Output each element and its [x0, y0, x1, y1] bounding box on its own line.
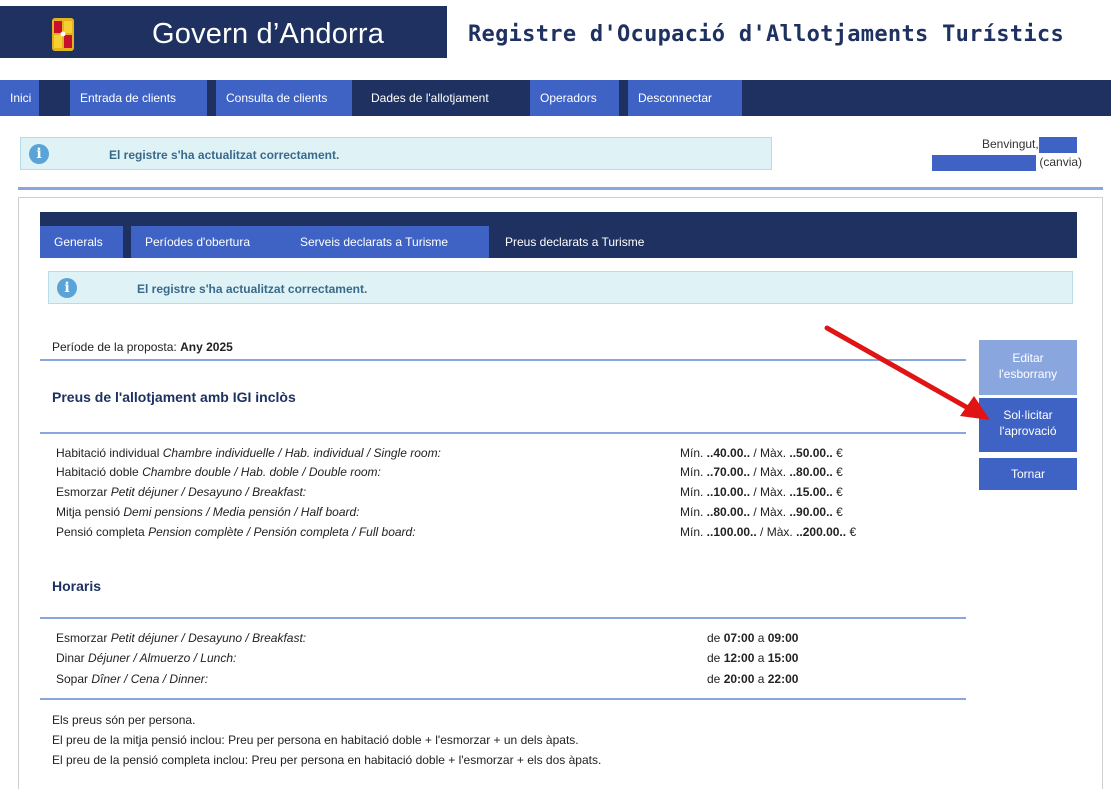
- welcome-label: Benvingut,: [982, 137, 1039, 151]
- site-header: Govern d’Andorra Registre d'Ocupació d'A…: [0, 0, 1111, 73]
- subtab-periodes-obertura[interactable]: Períodes d'obertura: [131, 226, 286, 258]
- price-label-ca: Habitació individual: [56, 446, 160, 460]
- divider: [40, 698, 966, 700]
- price-min: ..10.00..: [706, 485, 751, 499]
- hour-row-label: Esmorzar Petit déjuner / Desayuno / Brea…: [56, 631, 306, 645]
- back-button[interactable]: Tornar: [979, 458, 1077, 490]
- main-navigation: Inici Entrada de clients Consulta de cli…: [0, 80, 1111, 116]
- period-label: Període de la proposta:: [52, 340, 177, 354]
- price-min: ..100.00..: [706, 525, 757, 539]
- success-message-top: i El registre s'ha actualitzat correctam…: [20, 137, 772, 170]
- hour-label-ca: Sopar: [56, 672, 89, 686]
- hour-label-translations: Dîner / Cena / Dinner:: [91, 672, 209, 686]
- hour-to: 15:00: [767, 651, 799, 665]
- nav-tab-inici[interactable]: Inici: [0, 80, 40, 116]
- note-full-board: El preu de la pensió completa inclou: Pr…: [52, 753, 602, 767]
- info-icon: i: [57, 278, 77, 298]
- hour-from: 20:00: [723, 672, 755, 686]
- price-max: ..15.00..: [789, 485, 833, 499]
- request-approval-label-line1: Sol·licitar: [1003, 408, 1053, 422]
- price-row-value: Mín. ..40.00.. / Màx. ..50.00.. €: [680, 446, 843, 460]
- price-max: ..50.00..: [789, 446, 833, 460]
- price-row-label: Habitació doble Chambre double / Hab. do…: [56, 465, 381, 479]
- price-row-value: Mín. ..10.00.. / Màx. ..15.00.. €: [680, 485, 843, 499]
- price-row-label: Pensió completa Pension complète / Pensi…: [56, 525, 416, 539]
- price-label-ca: Esmorzar: [56, 485, 108, 499]
- success-message-text: El registre s'ha actualitzat correctamen…: [137, 282, 368, 296]
- info-icon: i: [29, 144, 49, 164]
- price-row-value: Mín. ..100.00.. / Màx. ..200.00.. €: [680, 525, 857, 539]
- hour-from: 12:00: [723, 651, 755, 665]
- price-row-label: Esmorzar Petit déjuner / Desayuno / Brea…: [56, 485, 306, 499]
- price-max: ..80.00..: [789, 465, 833, 479]
- price-label-translations: Petit déjuner / Desayuno / Breakfast:: [110, 485, 307, 499]
- divider: [40, 359, 966, 361]
- sub-navigation: Generals Períodes d'obertura Serveis dec…: [40, 212, 1077, 258]
- price-row-value: Mín. ..80.00.. / Màx. ..90.00.. €: [680, 505, 843, 519]
- hour-row-label: Sopar Dîner / Cena / Dinner:: [56, 672, 208, 686]
- divider: [40, 432, 966, 434]
- success-message-text: El registre s'ha actualitzat correctamen…: [109, 148, 340, 162]
- change-user-link[interactable]: (canvia): [1039, 155, 1082, 169]
- page-title: Registre d'Ocupació d'Allotjaments Turís…: [468, 22, 1064, 47]
- nav-tab-desconnectar[interactable]: Desconnectar: [628, 80, 743, 116]
- price-row-label: Mitja pensió Demi pensions / Media pensi…: [56, 505, 360, 519]
- welcome-line: Benvingut,: [982, 137, 1077, 153]
- price-label-translations: Demi pensions / Media pensión / Half boa…: [123, 505, 360, 519]
- hour-label-ca: Esmorzar: [56, 631, 108, 645]
- price-label-translations: Chambre double / Hab. doble / Double roo…: [142, 465, 381, 479]
- price-label-ca: Habitació doble: [56, 465, 139, 479]
- hours-section-title: Horaris: [52, 578, 102, 594]
- hour-label-ca: Dinar: [56, 651, 85, 665]
- nav-tab-consulta-clients[interactable]: Consulta de clients: [216, 80, 353, 116]
- andorra-coat-of-arms-icon: [52, 18, 74, 51]
- divider: [18, 187, 1103, 190]
- hour-label-translations: Petit déjuner / Desayuno / Breakfast:: [110, 631, 307, 645]
- edit-draft-label-line2: l'esborrany: [998, 367, 1058, 381]
- subtab-generals[interactable]: Generals: [40, 226, 123, 258]
- price-label-ca: Pensió completa: [56, 525, 145, 539]
- price-min: ..70.00..: [706, 465, 751, 479]
- divider: [40, 617, 966, 619]
- subtab-serveis-declarats[interactable]: Serveis declarats a Turisme: [286, 226, 489, 258]
- price-row-value: Mín. ..70.00.. / Màx. ..80.00.. €: [680, 465, 843, 479]
- hour-row-value: de 20:00 a 22:00: [707, 672, 799, 686]
- hour-to: 09:00: [767, 631, 799, 645]
- nav-tab-operadors[interactable]: Operadors: [530, 80, 620, 116]
- price-max: ..200.00..: [796, 525, 847, 539]
- price-label-translations: Pension complète / Pensión completa / Fu…: [148, 525, 416, 539]
- nav-tab-entrada-clients[interactable]: Entrada de clients: [70, 80, 208, 116]
- note-half-board: El preu de la mitja pensió inclou: Preu …: [52, 733, 579, 747]
- subtab-preus-declarats[interactable]: Preus declarats a Turisme: [491, 226, 681, 258]
- request-approval-button[interactable]: Sol·licitar l'aprovació: [979, 398, 1077, 452]
- price-min: ..80.00..: [706, 505, 751, 519]
- hour-row-value: de 12:00 a 15:00: [707, 651, 799, 665]
- hour-label-translations: Déjuner / Almuerzo / Lunch:: [88, 651, 237, 665]
- redacted-user-detail: [932, 155, 1036, 171]
- price-row-label: Habitació individual Chambre individuell…: [56, 446, 441, 460]
- prices-section-title: Preus de l'allotjament amb IGI inclòs: [52, 389, 296, 405]
- period-value: Any 2025: [180, 340, 233, 354]
- success-message-panel: i El registre s'ha actualitzat correctam…: [48, 271, 1073, 304]
- price-min: ..40.00..: [706, 446, 751, 460]
- change-user-line: (canvia): [932, 155, 1082, 171]
- edit-draft-label-line1: Editar: [1012, 351, 1044, 365]
- price-max: ..90.00..: [789, 505, 833, 519]
- proposal-period: Període de la proposta: Any 2025: [52, 340, 233, 354]
- redacted-username: [1038, 137, 1077, 153]
- government-name: Govern d’Andorra: [152, 18, 385, 50]
- request-approval-label-line2: l'aprovació: [999, 424, 1057, 438]
- hour-row-label: Dinar Déjuner / Almuerzo / Lunch:: [56, 651, 236, 665]
- note-per-person: Els preus són per persona.: [52, 713, 196, 727]
- edit-draft-button[interactable]: Editar l'esborrany: [979, 340, 1077, 395]
- hour-to: 22:00: [767, 672, 799, 686]
- government-banner: Govern d’Andorra: [0, 6, 447, 58]
- hour-from: 07:00: [723, 631, 755, 645]
- hour-row-value: de 07:00 a 09:00: [707, 631, 799, 645]
- price-label-ca: Mitja pensió: [56, 505, 121, 519]
- nav-tab-dades-allotjament[interactable]: Dades de l'allotjament: [361, 80, 522, 116]
- price-label-translations: Chambre individuelle / Hab. individual /…: [162, 446, 441, 460]
